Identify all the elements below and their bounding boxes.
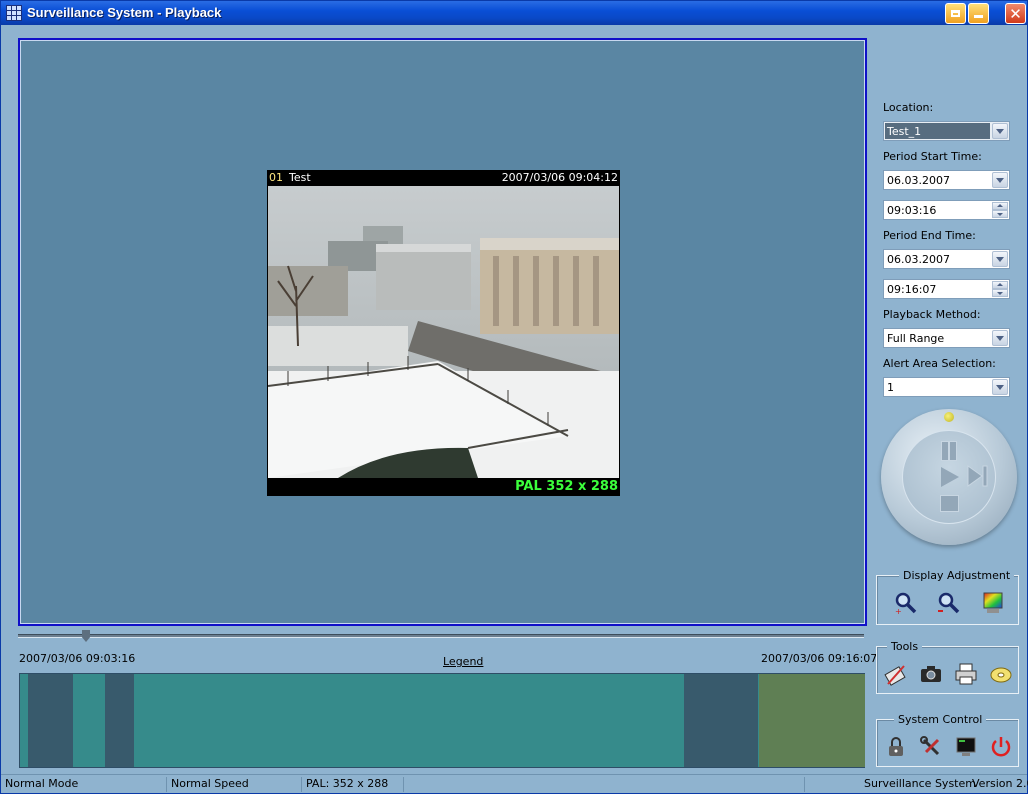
minimize-icon [974, 15, 983, 18]
status-version: Version 2.0 [972, 777, 1028, 790]
close-icon: ✕ [1009, 4, 1022, 23]
chevron-down-icon[interactable] [992, 123, 1008, 139]
timeline-segment[interactable] [20, 674, 28, 767]
spin-up-icon[interactable] [992, 281, 1008, 289]
tools-group: Tools [876, 640, 1019, 694]
timeline-segment[interactable] [73, 674, 105, 767]
video-display-area[interactable]: 01 Test 2007/03/06 09:04:12 PAL 352 x 28… [18, 38, 867, 626]
window-title: Surveillance System - Playback [27, 5, 222, 20]
legend-link[interactable]: Legend [443, 655, 483, 668]
timeline-end-time: 2007/03/06 09:16:07 [761, 652, 878, 665]
camera-id: 01 [269, 171, 283, 184]
start-time-value: 09:03:16 [887, 204, 937, 217]
system-control-group: System Control [876, 713, 1019, 767]
seek-slider-track[interactable] [18, 634, 864, 638]
printer-icon[interactable] [953, 661, 979, 687]
status-empty [404, 777, 805, 792]
camera-timestamp: 2007/03/06 09:04:12 [501, 171, 618, 184]
camera-frame-image [268, 186, 619, 478]
status-format: PAL: 352 x 288 [302, 777, 404, 792]
alert-area-select[interactable]: 1 [883, 377, 1010, 397]
chevron-down-icon[interactable] [992, 330, 1008, 346]
status-bar: Normal Mode Normal Speed PAL: 352 x 288 … [1, 774, 1028, 793]
spin-down-icon[interactable] [992, 210, 1008, 218]
clip-edit-icon[interactable] [883, 661, 909, 687]
recording-timeline[interactable] [19, 673, 865, 768]
start-date-value: 06.03.2007 [887, 174, 950, 187]
zoom-out-icon[interactable] [936, 590, 962, 616]
end-time-value: 09:16:07 [887, 283, 937, 296]
location-label: Location: [883, 101, 934, 114]
playback-method-value: Full Range [887, 332, 945, 345]
settings-tools-icon[interactable] [918, 734, 944, 760]
chevron-down-icon[interactable] [992, 251, 1008, 267]
alert-area-value: 1 [887, 381, 894, 394]
spin-up-icon[interactable] [992, 202, 1008, 210]
system-control-title: System Control [894, 713, 987, 726]
spinner-buttons[interactable] [992, 202, 1008, 218]
timeline-segment[interactable] [28, 674, 73, 767]
power-icon[interactable] [988, 734, 1014, 760]
status-speed: Normal Speed [167, 777, 302, 792]
restore-button[interactable] [945, 3, 966, 24]
tools-title: Tools [887, 640, 923, 653]
camera-header: 01 Test 2007/03/06 09:04:12 [267, 170, 620, 186]
video-format-label: PAL 352 x 288 [515, 479, 618, 494]
timeline-segment[interactable] [105, 674, 134, 767]
period-start-label: Period Start Time: [883, 150, 982, 163]
restore-icon [951, 10, 960, 17]
zoom-in-icon[interactable]: + [893, 590, 919, 616]
playback-window: Surveillance System - Playback ✕ 01 Test… [0, 0, 1028, 794]
monitor-icon[interactable] [953, 734, 979, 760]
color-adjust-icon[interactable] [980, 590, 1006, 616]
status-app-name: Surveillance System [864, 777, 976, 790]
pause-icon[interactable] [939, 441, 959, 461]
spinner-buttons[interactable] [992, 281, 1008, 297]
location-value: Test_1 [885, 123, 990, 139]
playback-control-dial [881, 409, 1017, 545]
disk-export-icon[interactable] [988, 661, 1014, 687]
chevron-down-icon[interactable] [992, 172, 1008, 188]
status-led-icon [944, 412, 954, 422]
seek-slider-thumb[interactable] [82, 630, 90, 642]
lock-icon[interactable] [883, 734, 909, 760]
playback-method-label: Playback Method: [883, 308, 981, 321]
timeline-segment[interactable] [759, 674, 865, 767]
alert-area-label: Alert Area Selection: [883, 357, 996, 370]
timeline-segment[interactable] [134, 674, 684, 767]
camera-name: Test [289, 171, 311, 184]
period-end-label: Period End Time: [883, 229, 976, 242]
next-frame-icon[interactable] [966, 465, 990, 487]
chevron-down-icon[interactable] [992, 379, 1008, 395]
start-date-picker[interactable]: 06.03.2007 [883, 170, 1010, 190]
close-button[interactable]: ✕ [1005, 3, 1026, 24]
timeline-segment[interactable] [684, 674, 758, 767]
display-adjustment-title: Display Adjustment [899, 569, 1015, 582]
camera-snapshot-icon[interactable] [918, 661, 944, 687]
svg-text:+: + [895, 607, 902, 615]
title-bar[interactable]: Surveillance System - Playback ✕ [1, 1, 1027, 25]
display-adjustment-group: Display Adjustment + [876, 569, 1019, 625]
camera-view[interactable]: 01 Test 2007/03/06 09:04:12 PAL 352 x 28… [267, 170, 620, 496]
spin-down-icon[interactable] [992, 289, 1008, 297]
end-date-picker[interactable]: 06.03.2007 [883, 249, 1010, 269]
minimize-button[interactable] [968, 3, 989, 24]
play-icon[interactable] [941, 467, 959, 487]
playback-method-select[interactable]: Full Range [883, 328, 1010, 348]
stop-icon[interactable] [940, 495, 959, 512]
status-mode: Normal Mode [1, 777, 167, 792]
end-date-value: 06.03.2007 [887, 253, 950, 266]
timeline-start-time: 2007/03/06 09:03:16 [19, 652, 136, 665]
camera-footer: PAL 352 x 288 [267, 478, 620, 496]
end-time-spinner[interactable]: 09:16:07 [883, 279, 1010, 299]
app-grid-icon [6, 5, 22, 21]
location-select[interactable]: Test_1 [883, 121, 1010, 141]
start-time-spinner[interactable]: 09:03:16 [883, 200, 1010, 220]
